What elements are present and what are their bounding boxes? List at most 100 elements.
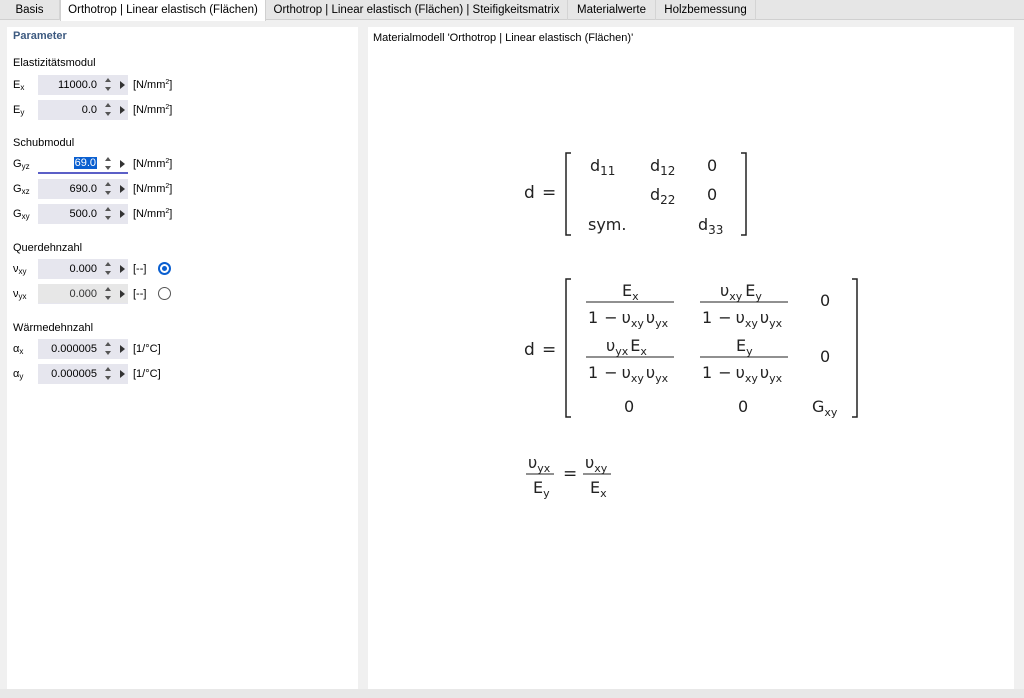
poisson-relation: υyx Ey = υxy Ex xyxy=(526,453,611,500)
ex-unit: [N/mm2] xyxy=(133,79,173,91)
m11-denominator: 1− υxy υyx xyxy=(588,308,669,330)
relation-left-denominator: Ey xyxy=(533,478,550,500)
relation-left-numerator: υyx xyxy=(528,453,551,475)
ay-unit: [1/°C] xyxy=(133,368,161,380)
shear-group-title: Schubmodul xyxy=(13,137,75,149)
vyx-unit: [--] xyxy=(133,288,147,300)
d23-zero: 0 xyxy=(707,185,717,204)
ax-row: αx 0.000005 [1/°C] xyxy=(7,339,358,359)
stiffness-matrix-explicit: d = Ex 1− υxy υyx υxy Ey 1− υxy υyx 0 υyx Ex 1… xyxy=(524,278,858,419)
d11: d11 xyxy=(590,156,615,178)
sym-label: sym. xyxy=(588,215,626,234)
ax-label: αx xyxy=(13,343,24,356)
gxz-unit: [N/mm2] xyxy=(133,183,173,195)
formula-graphic: d = d11 d12 0 d22 0 sym. d33 d = Ex 1− υx… xyxy=(524,152,858,500)
gxz-spinner[interactable] xyxy=(104,181,112,197)
ex-input[interactable]: 11000.0 xyxy=(38,75,128,95)
bottom-strip xyxy=(0,689,1024,698)
gxz-row: Gxz 690.0 [N/mm2] xyxy=(7,179,358,199)
vxy-label: νxy xyxy=(13,263,27,276)
gxy-input[interactable]: 500.0 xyxy=(38,204,128,224)
gyz-spinner[interactable] xyxy=(104,156,112,172)
ax-spinner[interactable] xyxy=(104,341,112,357)
matrix2-left-bracket xyxy=(565,278,571,418)
matrix1-left-bracket xyxy=(565,152,571,236)
d13-zero: 0 xyxy=(707,156,717,175)
ax-unit: [1/°C] xyxy=(133,343,161,355)
matrix1-equals: = xyxy=(542,183,556,203)
m32-zero: 0 xyxy=(738,397,748,416)
parameter-title: Parameter xyxy=(13,30,67,42)
tab-holzbemessung[interactable]: Holzbemessung xyxy=(656,0,756,20)
matrix2-equals: = xyxy=(542,340,556,360)
ey-menu-arrow-icon[interactable] xyxy=(120,106,125,114)
d12: d12 xyxy=(650,156,675,178)
matrix2-lhs: d xyxy=(524,340,535,360)
ay-label: αy xyxy=(13,368,24,381)
poisson-group-title: Querdehnzahl xyxy=(13,242,83,254)
tab-bar: Basis Orthotrop | Linear elastisch (Fläc… xyxy=(0,0,1024,21)
gyz-row: Gyz 69.0 [N/mm2] xyxy=(7,154,358,174)
ax-input[interactable]: 0.000005 xyxy=(38,339,128,359)
ex-spinner[interactable] xyxy=(104,77,112,93)
ey-input[interactable]: 0.0 xyxy=(38,100,128,120)
gxy-label: Gxy xyxy=(13,208,30,221)
ey-row: Ey 0.0 [N/mm2] xyxy=(7,100,358,120)
vxy-spinner[interactable] xyxy=(104,261,112,277)
d22: d22 xyxy=(650,185,675,207)
m11-numerator: Ex xyxy=(622,281,639,303)
matrix1-right-bracket xyxy=(741,152,747,236)
elasticity-group-title: Elastizitätsmodul xyxy=(13,57,96,69)
ex-menu-arrow-icon[interactable] xyxy=(120,81,125,89)
ay-row: αy 0.000005 [1/°C] xyxy=(7,364,358,384)
vxy-menu-arrow-icon[interactable] xyxy=(120,265,125,273)
matrix1-lhs: d xyxy=(524,183,535,203)
tab-materialwerte[interactable]: Materialwerte xyxy=(568,0,656,20)
m12-denominator: 1− υxy υyx xyxy=(702,308,783,330)
ay-menu-arrow-icon[interactable] xyxy=(120,370,125,378)
tab-steifigkeitsmatrix[interactable]: Orthotrop | Linear elastisch (Flächen) |… xyxy=(266,0,568,20)
m21-denominator: 1− υxy υyx xyxy=(588,363,669,385)
vyx-row: νyx 0.000 [--] xyxy=(7,284,358,304)
ey-spinner[interactable] xyxy=(104,102,112,118)
vyx-menu-arrow-icon[interactable] xyxy=(120,290,125,298)
ey-unit: [N/mm2] xyxy=(133,104,173,116)
vyx-input[interactable]: 0.000 xyxy=(38,284,128,304)
m33-gxy: Gxy xyxy=(812,397,838,419)
vyx-radio[interactable] xyxy=(158,287,171,300)
ay-input[interactable]: 0.000005 xyxy=(38,364,128,384)
formula-preview-panel: Materialmodell 'Orthotrop | Linear elast… xyxy=(368,27,1014,689)
gxz-input[interactable]: 690.0 xyxy=(38,179,128,199)
ax-menu-arrow-icon[interactable] xyxy=(120,345,125,353)
relation-equals: = xyxy=(563,464,577,484)
d33: d33 xyxy=(698,215,723,237)
vxy-row: νxy 0.000 [--] xyxy=(7,259,358,279)
vxy-input[interactable]: 0.000 xyxy=(38,259,128,279)
gxy-row: Gxy 500.0 [N/mm2] xyxy=(7,204,358,224)
relation-right-numerator: υxy xyxy=(585,453,608,475)
relation-right-denominator: Ex xyxy=(590,478,607,500)
matrix2-right-bracket xyxy=(852,278,858,418)
vyx-spinner[interactable] xyxy=(104,286,112,302)
stiffness-matrix-symbolic: d = d11 d12 0 d22 0 sym. d33 xyxy=(524,152,747,237)
vxy-radio[interactable] xyxy=(158,262,171,275)
gyz-input[interactable]: 69.0 xyxy=(38,154,128,174)
vyx-label: νyx xyxy=(13,288,27,301)
gyz-label: Gyz xyxy=(13,158,30,171)
gyz-menu-arrow-icon[interactable] xyxy=(120,160,125,168)
gxz-menu-arrow-icon[interactable] xyxy=(120,185,125,193)
gxy-menu-arrow-icon[interactable] xyxy=(120,210,125,218)
tab-orthotrop-linear-elastisch[interactable]: Orthotrop | Linear elastisch (Flächen) xyxy=(60,0,266,21)
m12-numerator: υxy Ey xyxy=(720,281,762,303)
tab-basis[interactable]: Basis xyxy=(0,0,60,20)
m21-numerator: υyx Ex xyxy=(606,336,647,358)
m13-zero: 0 xyxy=(820,291,830,310)
gxy-spinner[interactable] xyxy=(104,206,112,222)
m23-zero: 0 xyxy=(820,347,830,366)
parameter-panel: Parameter Elastizitätsmodul Ex 11000.0 [… xyxy=(7,27,358,689)
thermal-group-title: Wärmedehnzahl xyxy=(13,322,94,334)
gyz-unit: [N/mm2] xyxy=(133,158,173,170)
ex-label: Ex xyxy=(13,79,25,92)
ex-row: Ex 11000.0 [N/mm2] xyxy=(7,75,358,95)
ay-spinner[interactable] xyxy=(104,366,112,382)
